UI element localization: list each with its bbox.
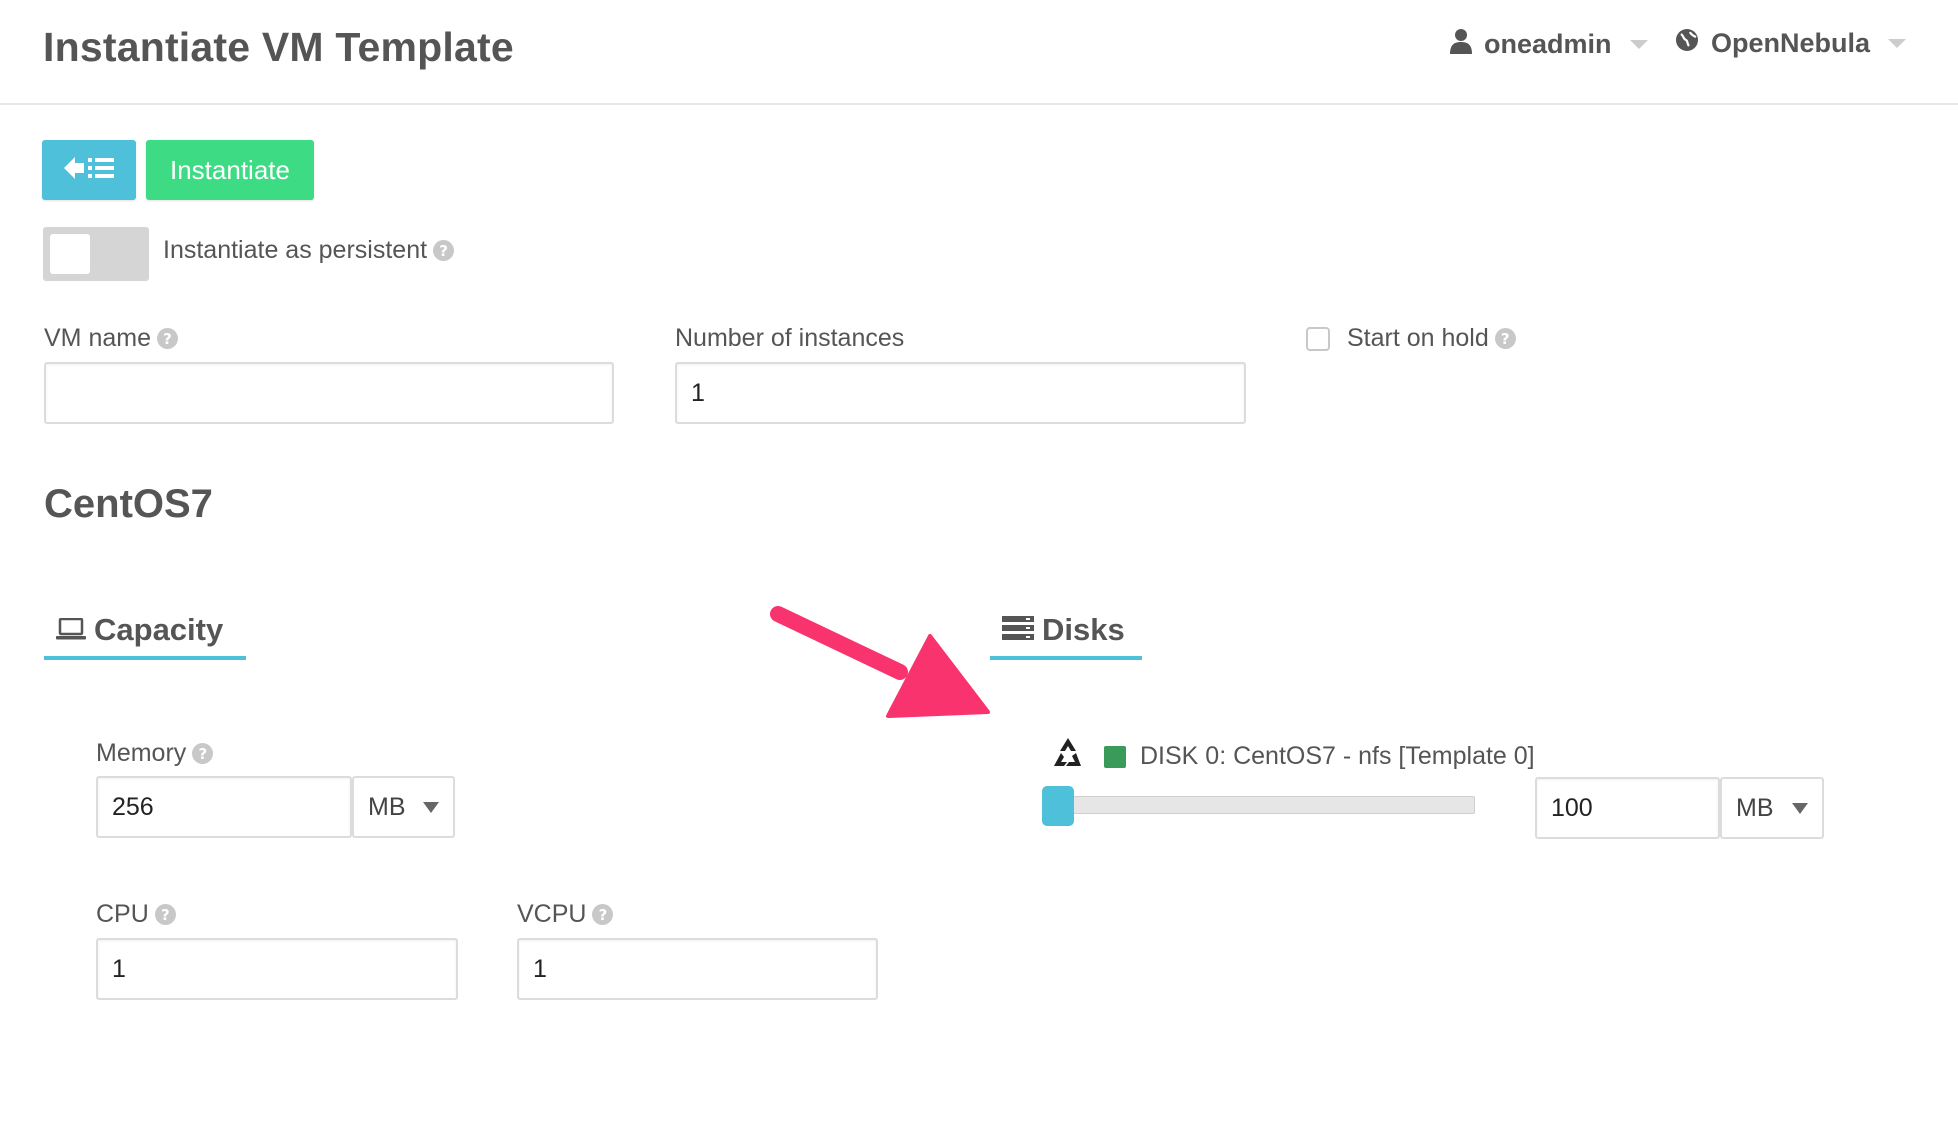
memory-input[interactable]: 256 (96, 776, 352, 838)
help-icon[interactable]: ? (156, 328, 178, 349)
memory-label-text: Memory (96, 739, 187, 767)
disks-title: Disks (1042, 612, 1125, 647)
toggle-knob (50, 234, 90, 274)
cpu-label-text: CPU (96, 900, 149, 928)
persistent-toggle[interactable] (43, 227, 149, 281)
vm-name-label: VM name ? (44, 324, 178, 353)
help-icon[interactable]: ? (1494, 328, 1516, 349)
instances-input[interactable]: 1 (675, 362, 1246, 424)
vm-name-label-text: VM name (44, 324, 151, 352)
start-on-hold-checkbox[interactable] (1306, 327, 1330, 351)
vcpu-input[interactable]: 1 (517, 938, 878, 1000)
help-icon[interactable]: ? (192, 743, 214, 764)
capacity-header: Capacity (44, 612, 246, 660)
cpu-label: CPU ? (96, 900, 176, 929)
template-name: CentOS7 (44, 482, 213, 526)
dropdown-arrow-icon (1792, 802, 1808, 814)
page-title: Instantiate VM Template (43, 24, 514, 70)
persistent-label: Instantiate as persistent ? (163, 236, 455, 265)
laptop-icon (56, 612, 86, 648)
vm-name-input[interactable] (44, 362, 614, 424)
back-to-list-button[interactable] (42, 140, 136, 200)
recycle-icon[interactable] (1050, 736, 1086, 777)
help-icon[interactable]: ? (433, 240, 455, 261)
help-icon[interactable]: ? (154, 904, 176, 925)
zone-menu[interactable]: OpenNebula (1675, 28, 1907, 59)
vcpu-label-text: VCPU (517, 900, 587, 928)
disk-unit-select[interactable]: MB (1720, 777, 1824, 839)
slider-handle[interactable] (1042, 786, 1074, 826)
help-icon[interactable]: ? (592, 904, 614, 925)
capacity-title: Capacity (94, 612, 224, 647)
dropdown-arrow-icon (423, 801, 439, 813)
disks-header: Disks (990, 612, 1142, 660)
chevron-down-icon (1888, 39, 1907, 48)
disk-label: DISK 0: CentOS7 - nfs [Template 0] (1140, 742, 1535, 770)
start-on-hold-label-text: Start on hold (1347, 324, 1489, 352)
disk-color-swatch (1104, 745, 1126, 768)
chevron-down-icon (1629, 40, 1648, 49)
memory-label: Memory ? (96, 739, 214, 768)
disk-size-input[interactable]: 100 (1535, 777, 1720, 839)
list-back-icon (62, 154, 116, 187)
instantiate-button[interactable]: Instantiate (146, 140, 314, 200)
globe-icon (1675, 28, 1699, 59)
vcpu-label: VCPU ? (517, 900, 614, 929)
top-header: Instantiate VM Template oneadmin OpenNeb… (0, 0, 1958, 105)
disks-icon (1002, 612, 1034, 648)
instances-label: Number of instances (675, 324, 904, 353)
disk-row: DISK 0: CentOS7 - nfs [Template 0] (1050, 736, 1535, 777)
cpu-input[interactable]: 1 (96, 938, 458, 1000)
start-on-hold-label: Start on hold ? (1347, 324, 1516, 353)
memory-unit-select[interactable]: MB (352, 776, 455, 838)
persistent-label-text: Instantiate as persistent (163, 236, 428, 264)
zone-name: OpenNebula (1711, 28, 1871, 58)
user-menu[interactable]: oneadmin (1450, 28, 1648, 61)
instances-label-text: Number of instances (675, 324, 905, 352)
annotation-arrow-icon (770, 606, 990, 718)
user-name: oneadmin (1484, 29, 1612, 59)
user-icon (1450, 28, 1472, 61)
disk-unit-value: MB (1736, 793, 1774, 822)
disk-size-slider[interactable] (1042, 786, 1475, 826)
memory-unit-value: MB (368, 792, 406, 821)
